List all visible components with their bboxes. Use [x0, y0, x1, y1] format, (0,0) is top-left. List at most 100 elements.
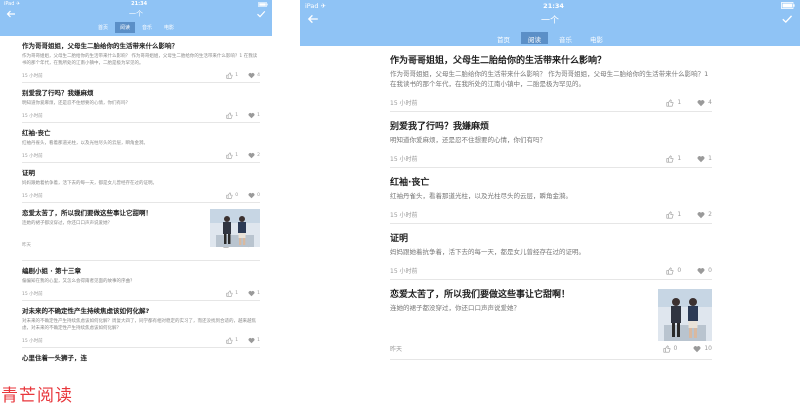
article-title[interactable]: 证明 [390, 233, 712, 245]
like-button[interactable]: 1 [226, 337, 238, 344]
favorite-button[interactable]: 2 [248, 152, 260, 159]
list-item[interactable]: 证明 妈妈跟她着抗争着，活下去的每一天，都是女儿曾经存在过的证明。 15 小时前… [390, 224, 712, 280]
watermark-logo: 青芒阅读 [1, 386, 73, 404]
article-time: 昨天 [22, 242, 31, 248]
favorite-button[interactable]: 1 [248, 290, 260, 297]
article-thumbnail[interactable] [658, 289, 712, 341]
favorite-button[interactable]: 4 [697, 99, 712, 107]
like-button[interactable]: 0 [666, 266, 682, 275]
checkmark-icon[interactable] [781, 13, 793, 25]
tablet-nav-bar: iPad ✈ 21:34 一个 首页 阅读 音乐 电影 [300, 0, 800, 46]
list-item[interactable]: 红袖·丧亡 红袖丹雀头，看着那道光柱，以及光柱尽头的云层，瞬角金漪。 15 小时… [390, 168, 712, 224]
article-summary: 红袖丹雀头，看着那道光柱，以及光柱尽头的云层，瞬角金漪。 [390, 192, 572, 200]
thumbs-up-icon [226, 72, 233, 79]
tab-movie[interactable]: 电影 [159, 22, 179, 33]
phone-nav-bar: iPad ✈ 21:34 一个 首页 阅读 音乐 电影 [0, 0, 272, 36]
article-meta: 15 小时前 1 2 [22, 152, 260, 159]
tab-reading[interactable]: 阅读 [114, 22, 135, 33]
list-item[interactable]: 红袖·丧亡 红袖丹雀头，看着那道光柱，以及光柱尽头的云层，瞬角金漪。 15 小时… [22, 123, 260, 163]
article-meta: 15 小时前 1 4 [390, 98, 712, 107]
favorite-button[interactable]: 1 [248, 112, 260, 119]
like-button[interactable]: 1 [666, 98, 681, 107]
tab-music[interactable]: 音乐 [552, 32, 579, 44]
article-meta: 15 小时前 1 1 [390, 154, 712, 163]
article-meta: 15 小时前 0 0 [390, 266, 712, 275]
heart-icon [248, 112, 255, 119]
list-item[interactable]: 编剧小姐 · 第十三章 偏偏知在我的心里，又怎么会得兩者见面的故事的序曲？ 15… [22, 261, 260, 301]
list-item[interactable]: 对未来的不确定性产生持续焦虑该如何化解? 对未来的不确定性产生持续焦虑该如何化解… [22, 301, 260, 348]
tab-movie[interactable]: 电影 [583, 32, 610, 44]
favorite-button[interactable]: 0 [697, 267, 712, 275]
list-item[interactable]: 别爱我了行吗？我嫌麻烦 明知道你爱麻烦，还是忍不住想要的心情，你们有吗？ 15 … [22, 83, 260, 123]
thumbs-up-icon [226, 290, 233, 297]
thumbs-up-icon [666, 154, 674, 163]
list-item[interactable]: 心里住着一头狮子，连 [22, 348, 260, 365]
favorite-button[interactable]: 4 [248, 72, 260, 79]
thumbs-up-icon [226, 337, 233, 344]
heart-count: 1 [708, 155, 712, 162]
like-button[interactable]: 1 [666, 210, 682, 219]
status-bar: iPad ✈ 21:34 [0, 0, 272, 8]
favorite-button[interactable]: 1 [697, 155, 712, 163]
like-count: 1 [235, 73, 239, 78]
article-time: 昨天 [390, 346, 403, 353]
article-time: 15 小时前 [390, 156, 418, 163]
favorite-button[interactable]: 0 [248, 192, 260, 199]
article-title[interactable]: 红袖·丧亡 [22, 129, 260, 137]
tab-reading[interactable]: 阅读 [521, 32, 548, 44]
like-button[interactable]: 0 [663, 344, 677, 353]
article-title[interactable]: 编剧小姐 · 第十三章 [22, 267, 260, 275]
article-time: 15 小时前 [22, 113, 43, 119]
battery-icon [781, 2, 795, 9]
like-button[interactable]: 1 [226, 152, 238, 159]
favorite-button[interactable]: 2 [697, 211, 712, 219]
like-button[interactable]: 0 [226, 192, 238, 199]
favorite-button[interactable]: 10 [693, 345, 712, 353]
article-title[interactable]: 恋爱太苦了，所以我们要做这些事让它甜啊！ [390, 289, 652, 301]
heart-count: 10 [704, 345, 712, 352]
thumbs-up-icon [666, 266, 674, 275]
status-bar: iPad ✈ 21:34 [300, 0, 800, 11]
carrier-label: iPad ✈ [4, 1, 21, 7]
heart-icon [697, 211, 705, 219]
heart-icon [693, 345, 701, 353]
list-item[interactable]: 恋爱太苦了，所以我们要做这些事让它甜啊！ 连她的裙子都没穿过，你还口口声声说爱她… [390, 280, 712, 360]
list-item[interactable]: 别爱我了行吗？我嫌麻烦 明知道你爱麻烦，还是忍不住想要的心情，你们有吗？ 15 … [390, 112, 712, 168]
article-title[interactable]: 别爱我了行吗？我嫌麻烦 [390, 121, 712, 133]
tab-music[interactable]: 音乐 [137, 22, 157, 33]
article-title[interactable]: 证明 [22, 169, 260, 177]
article-summary: 妈妈跟她着抗争着，活下去的每一天，都是女儿曾经存在过的证明。 [22, 181, 157, 186]
page-title: 一个 [540, 16, 559, 26]
article-thumbnail[interactable] [210, 209, 260, 247]
checkmark-icon[interactable] [256, 9, 266, 19]
list-item[interactable]: 作为哥哥姐姐，父母生二胎给你的生活带来什么影响？ 作为哥哥姐姐，父母生二胎给你的… [390, 46, 712, 112]
article-title[interactable]: 恋爱太苦了，所以我们要做这些事让它甜啊！ [22, 209, 204, 217]
heart-count: 1 [257, 291, 260, 296]
heart-icon [697, 155, 705, 163]
tab-home[interactable]: 首页 [490, 32, 517, 44]
heart-count: 0 [257, 193, 260, 198]
thumbs-up-icon [226, 152, 233, 159]
favorite-button[interactable]: 1 [248, 337, 260, 344]
tab-bar: 首页 阅读 音乐 电影 [300, 32, 800, 44]
article-title[interactable]: 红袖·丧亡 [390, 177, 712, 189]
like-count: 0 [677, 267, 682, 274]
tab-home[interactable]: 首页 [93, 22, 113, 33]
heart-count: 0 [708, 267, 712, 274]
like-count: 1 [677, 155, 682, 162]
like-count: 1 [677, 211, 682, 218]
like-button[interactable]: 1 [226, 290, 238, 297]
like-button[interactable]: 1 [226, 112, 238, 119]
article-meta: 15 小时前 1 1 [22, 112, 260, 119]
article-title[interactable]: 作为哥哥姐姐，父母生二胎给你的生活带来什么影响？ [390, 55, 712, 67]
heart-count: 4 [708, 99, 712, 106]
like-button[interactable]: 1 [226, 72, 238, 79]
article-title[interactable]: 别爱我了行吗？我嫌麻烦 [22, 89, 260, 97]
list-item[interactable]: 作为哥哥姐姐，父母生二胎给你的生活带来什么影响？ 作为哥哥姐姐，父母生二胎给你的… [22, 36, 260, 83]
like-button[interactable]: 1 [666, 154, 682, 163]
article-title[interactable]: 作为哥哥姐姐，父母生二胎给你的生活带来什么影响？ [22, 42, 260, 50]
list-item[interactable]: 恋爱太苦了，所以我们要做这些事让它甜啊！ 连她的裙子都没穿过，你还口口声声说爱她… [22, 203, 260, 261]
article-title[interactable]: 心里住着一头狮子，连 [22, 354, 260, 362]
article-title[interactable]: 对未来的不确定性产生持续焦虑该如何化解? [22, 307, 260, 315]
list-item[interactable]: 证明 妈妈跟她着抗争着，活下去的每一天，都是女儿曾经存在过的证明。 15 小时前… [22, 163, 260, 203]
